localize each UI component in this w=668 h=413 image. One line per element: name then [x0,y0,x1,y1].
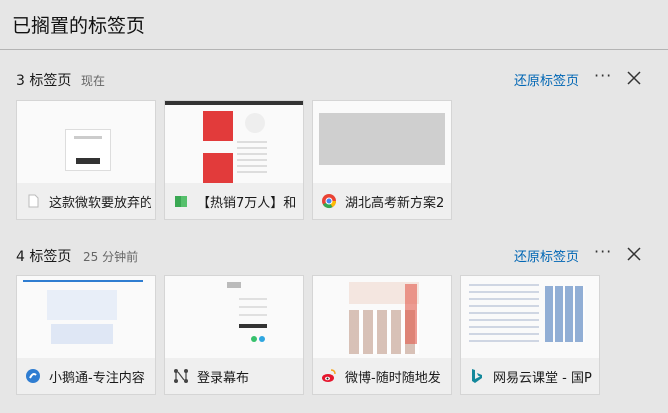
thumb-placeholder [319,113,445,165]
group-header: 4 标签页 25 分钟前 还原标签页 ··· [0,242,668,270]
header-divider [0,49,668,50]
group-tab-count: 4 标签页 [16,249,72,265]
tab-thumbnail [313,276,451,358]
thumb-text [237,141,267,175]
group-time: 现在 [81,74,106,88]
group-header: 3 标签页 现在 还原标签页 ··· [0,66,668,94]
tab-title: 小鹅通-专注内容 [49,371,145,386]
tab-card[interactable]: 网易云课堂 - 国P [460,275,600,395]
thumb-dialog [65,129,111,171]
tab-thumbnail [165,276,303,358]
tab-thumbnail [17,276,155,358]
tab-card[interactable]: 【热销7万人】和 [164,100,304,220]
tab-title: 微博-随时随地发 [345,371,441,386]
bing-icon [469,368,485,384]
thumb-form [239,298,267,322]
tab-card-footer: 这款微软要放弃的 [17,183,155,219]
thumb-button [76,158,100,164]
panel-title: 已搁置的标签页 [12,15,146,37]
thumb-dot [251,336,257,342]
group-time: 25 分钟前 [83,250,139,264]
tab-thumbnail [313,101,451,183]
restore-tabs-button[interactable]: 还原标签页 [514,246,579,265]
thumb-banner [203,153,233,183]
mubu-icon [173,368,189,384]
thumb-bar [74,136,102,139]
green-book-icon [173,193,189,209]
group-tab-count: 3 标签页 [16,73,72,89]
tab-title: 网易云课堂 - 国P [493,371,592,386]
weibo-icon [321,368,337,384]
tab-card[interactable]: 登录幕布 [164,275,304,395]
tab-card-footer: 网易云课堂 - 国P [461,358,599,394]
tab-card-footer: 湖北高考新方案2 [313,183,451,219]
thumb-header [23,280,143,282]
tab-thumbnail [165,101,303,183]
thumb-topbar [165,101,303,105]
restore-tabs-button[interactable]: 还原标签页 [514,70,579,89]
tab-card[interactable]: 微博-随时随地发 [312,275,452,395]
tab-title: 登录幕布 [197,371,250,386]
tab-title: 这款微软要放弃的 [49,196,151,211]
tab-card-footer: 登录幕布 [165,358,303,394]
thumb-hero [47,290,117,320]
tab-title: 【热销7万人】和 [197,196,297,211]
close-icon[interactable] [626,246,642,262]
tab-card[interactable]: 这款微软要放弃的 [16,100,156,220]
thumb-sidebar [405,284,417,344]
close-icon[interactable] [626,70,642,86]
xiaoe-icon [25,368,41,384]
thumb-results [469,284,539,344]
tab-card-footer: 小鹅通-专注内容 [17,358,155,394]
thumb-dot [259,336,265,342]
tab-card[interactable]: 湖北高考新方案2 [312,100,452,220]
chrome-icon [321,193,337,209]
tab-title: 湖北高考新方案2 [345,196,445,211]
tab-thumbnail [17,101,155,183]
more-options-button[interactable]: ··· [594,242,612,266]
tab-thumbnail [461,276,599,358]
tab-card-footer: 【热销7万人】和 [165,183,303,219]
tab-card[interactable]: 小鹅通-专注内容 [16,275,156,395]
thumb-tiles [51,324,113,344]
thumb-banner [203,111,233,141]
thumb-button [239,324,267,328]
blank-page-icon [25,193,41,209]
thumb-avatar [245,113,265,133]
thumb-images [545,286,585,342]
more-options-button[interactable]: ··· [594,66,612,90]
tab-card-footer: 微博-随时随地发 [313,358,451,394]
thumb-logo [227,282,241,288]
